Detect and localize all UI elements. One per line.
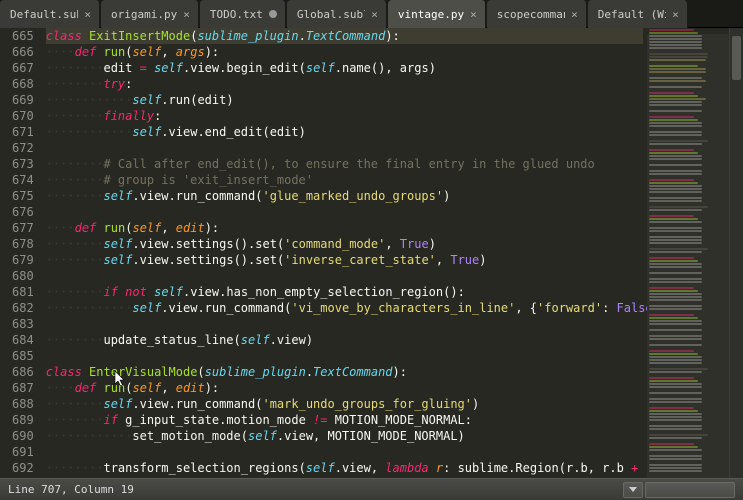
code-line[interactable]: ········self.view.run_command('mark_undo…: [46, 396, 643, 412]
line-number: 672: [12, 140, 34, 156]
code-line[interactable]: ····def run(self, edit):: [46, 380, 643, 396]
code-line[interactable]: ········finally:: [46, 108, 643, 124]
line-number: 684: [12, 332, 34, 348]
code-line[interactable]: class ExitInsertMode(sublime_plugin.Text…: [46, 28, 643, 44]
code-line[interactable]: ········transform_selection_regions(self…: [46, 460, 643, 476]
line-number: 689: [12, 412, 34, 428]
tab-default-wind-[interactable]: Default (Wind… ×: [588, 0, 688, 28]
code-line[interactable]: ············self.view.run_command('vi_mo…: [46, 300, 643, 316]
tab-global-sublime[interactable]: Global.sublime ×: [287, 0, 387, 28]
code-line[interactable]: [46, 316, 643, 332]
line-number: 667: [12, 60, 34, 76]
chevron-down-icon: [629, 487, 637, 492]
code-line[interactable]: [46, 140, 643, 156]
close-icon[interactable]: ×: [371, 8, 378, 21]
minimap[interactable]: [647, 28, 729, 478]
tab-label: origami.py: [111, 8, 177, 21]
tab-label: Default.sublim…: [10, 8, 78, 21]
line-number: 681: [12, 284, 34, 300]
status-dropdown-large[interactable]: [645, 482, 735, 498]
code-editor[interactable]: 6656666676686696706716726736746756766776…: [0, 28, 647, 478]
cursor-position-status: Line 707, Column 19: [8, 483, 134, 496]
status-dropdown-small[interactable]: [623, 482, 643, 498]
code-line[interactable]: ····def run(self, args):: [46, 44, 643, 60]
code-line[interactable]: ········self.view.run_command('glue_mark…: [46, 188, 643, 204]
line-number: 679: [12, 252, 34, 268]
dirty-indicator-icon: [269, 10, 277, 18]
code-line[interactable]: ········edit = self.view.begin_edit(self…: [46, 60, 643, 76]
code-line[interactable]: ········try:: [46, 76, 643, 92]
code-line[interactable]: ············set_motion_mode(self.view, M…: [46, 428, 643, 444]
tab-todo-txt[interactable]: TODO.txt: [200, 0, 286, 28]
minimap-viewport[interactable]: [647, 34, 729, 478]
close-icon[interactable]: ×: [571, 8, 578, 21]
line-number: 668: [12, 76, 34, 92]
line-number: 680: [12, 268, 34, 284]
line-number: 686: [12, 364, 34, 380]
code-line[interactable]: ············self.view.end_edit(edit): [46, 124, 643, 140]
line-number: 669: [12, 92, 34, 108]
code-line[interactable]: ········self.view.settings().set('invers…: [46, 252, 643, 268]
line-number: 666: [12, 44, 34, 60]
tab-vintage-py[interactable]: vintage.py ×: [388, 0, 486, 28]
line-number: 671: [12, 124, 34, 140]
code-line[interactable]: ········# group is 'exit_insert_mode': [46, 172, 643, 188]
tab-label: TODO.txt: [210, 8, 263, 21]
line-number: 692: [12, 460, 34, 476]
close-icon[interactable]: ×: [84, 8, 91, 21]
line-number: 674: [12, 172, 34, 188]
close-icon[interactable]: ×: [470, 8, 477, 21]
line-number: 677: [12, 220, 34, 236]
scrollbar-thumb[interactable]: [732, 36, 741, 80]
code-area[interactable]: class ExitInsertMode(sublime_plugin.Text…: [42, 28, 647, 478]
close-icon[interactable]: ×: [183, 8, 190, 21]
line-number: 665: [12, 28, 34, 44]
code-line[interactable]: ····def run(self, edit):: [46, 220, 643, 236]
code-line[interactable]: ········self.view.settings().set('comman…: [46, 236, 643, 252]
tab-label: Global.sublime: [297, 8, 365, 21]
status-bar: Line 707, Column 19: [0, 478, 743, 500]
code-line[interactable]: [46, 268, 643, 284]
line-number: 687: [12, 380, 34, 396]
code-line[interactable]: class EnterVisualMode(sublime_plugin.Tex…: [46, 364, 643, 380]
code-line[interactable]: [46, 204, 643, 220]
tab-label: Default (Wind…: [598, 8, 666, 21]
code-line[interactable]: [46, 444, 643, 460]
line-number: 683: [12, 316, 34, 332]
line-number: 685: [12, 348, 34, 364]
line-number-gutter: 6656666676686696706716726736746756766776…: [0, 28, 42, 478]
line-number: 688: [12, 396, 34, 412]
vertical-scrollbar[interactable]: [729, 28, 743, 478]
tab-label: vintage.py: [398, 8, 464, 21]
code-line[interactable]: ········if not self.view.has_non_empty_s…: [46, 284, 643, 300]
tab-scopecommand[interactable]: scopecommand ×: [487, 0, 587, 28]
line-number: 690: [12, 428, 34, 444]
line-number: 676: [12, 204, 34, 220]
code-line[interactable]: ········update_status_line(self.view): [46, 332, 643, 348]
tab-default-sublim-[interactable]: Default.sublim… ×: [0, 0, 100, 28]
code-line[interactable]: [46, 348, 643, 364]
tab-label: scopecommand: [497, 8, 565, 21]
code-line[interactable]: ············self.run(edit): [46, 92, 643, 108]
line-number: 678: [12, 236, 34, 252]
line-number: 670: [12, 108, 34, 124]
tab-bar: Default.sublim… × origami.py × TODO.txt Globa…: [0, 0, 743, 28]
line-number: 691: [12, 444, 34, 460]
line-number: 673: [12, 156, 34, 172]
tab-origami-py[interactable]: origami.py ×: [101, 0, 199, 28]
code-line[interactable]: ········# Call after end_edit(), to ensu…: [46, 156, 643, 172]
line-number: 675: [12, 188, 34, 204]
line-number: 682: [12, 300, 34, 316]
close-icon[interactable]: ×: [672, 8, 679, 21]
code-line[interactable]: ········if g_input_state.motion_mode != …: [46, 412, 643, 428]
